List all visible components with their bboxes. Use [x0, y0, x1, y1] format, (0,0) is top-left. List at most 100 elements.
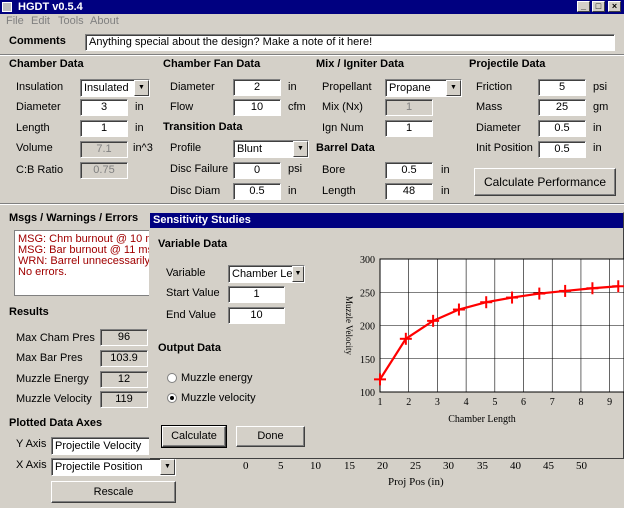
x-axis-select[interactable]: Projectile Position ▼ — [51, 458, 176, 476]
variable-select[interactable]: Chamber Len/ ▼ — [228, 265, 305, 283]
muzzle-energy-label: Muzzle Energy — [16, 373, 89, 385]
main-plot-tick: 50 — [576, 460, 587, 472]
disc-diam-unit: in — [288, 185, 297, 197]
sensitivity-chart: 1 2 3 4 5 6 7 8 9 100 150 200 250 300 Chamber Length Mu… — [344, 255, 624, 425]
app-icon — [2, 2, 12, 12]
chamber-length-label: Length — [16, 122, 50, 134]
volume-label: Volume — [16, 142, 53, 154]
muzzle-velocity-value: 119 — [100, 391, 148, 408]
chevron-down-icon[interactable]: ▼ — [134, 80, 149, 96]
menu-file[interactable]: File — [6, 15, 24, 27]
output-data-header: Output Data — [158, 342, 221, 354]
chamber-length-unit: in — [135, 122, 144, 134]
fan-diameter-input[interactable]: 2 — [233, 79, 281, 96]
bore-input[interactable]: 0.5 — [385, 162, 433, 179]
menu-about[interactable]: About — [90, 15, 119, 27]
messages-box[interactable]: MSG: Chm burnout @ 10 ms MSG: Bar burnou… — [14, 230, 150, 296]
disc-failure-unit: psi — [288, 163, 303, 175]
disc-failure-input[interactable]: 0 — [233, 162, 281, 179]
chevron-down-icon[interactable]: ▼ — [293, 141, 308, 157]
chevron-down-icon[interactable]: ▼ — [292, 266, 304, 282]
calculate-button[interactable]: Calculate — [162, 426, 226, 447]
main-plot-tick: 5 — [278, 460, 284, 472]
init-position-unit: in — [593, 142, 602, 154]
x-tick-label: 4 — [464, 397, 469, 408]
fan-flow-input[interactable]: 10 — [233, 99, 281, 116]
plot-axes-header: Plotted Data Axes — [9, 417, 103, 429]
fan-flow-label: Flow — [170, 101, 194, 113]
done-button[interactable]: Done — [236, 426, 305, 447]
muzzle-velocity-label: Muzzle Velocity — [16, 393, 92, 405]
chamber-diameter-unit: in — [135, 101, 144, 113]
projectile-header: Projectile Data — [469, 58, 546, 70]
insulation-select[interactable]: Insulated ▼ — [80, 79, 150, 97]
variable-data-header: Variable Data — [158, 238, 228, 250]
max-bar-pres-value: 103.9 — [100, 350, 148, 367]
fan-header: Chamber Fan Data — [163, 58, 261, 70]
window-title: HGDT v0.5.4 — [18, 1, 83, 13]
maximize-button[interactable]: □ — [592, 1, 605, 12]
init-position-input[interactable]: 0.5 — [538, 141, 586, 158]
muzzle-energy-radio[interactable] — [167, 373, 177, 383]
message-line: No errors. — [18, 266, 67, 278]
close-button[interactable]: × — [608, 1, 621, 12]
friction-input[interactable]: 5 — [538, 79, 586, 96]
results-header: Results — [9, 306, 49, 318]
main-plot-area: 0 5 10 15 20 25 30 35 40 45 50 Proj Pos … — [236, 459, 624, 508]
dialog-title: Sensitivity Studies — [153, 214, 251, 226]
minimize-button[interactable]: _ — [577, 1, 590, 12]
profile-select[interactable]: Blunt ▼ — [233, 140, 309, 158]
fan-flow-unit: cfm — [288, 101, 306, 113]
muzzle-velocity-radio[interactable] — [167, 393, 177, 403]
menu-edit[interactable]: Edit — [31, 15, 50, 27]
main-plot-tick: 45 — [543, 460, 554, 472]
menu-bar: File Edit Tools About — [0, 14, 624, 30]
fan-diameter-label: Diameter — [170, 81, 215, 93]
x-axis-value: Projectile Position — [55, 461, 143, 473]
mass-input[interactable]: 25 — [538, 99, 586, 116]
dialog-title-bar[interactable]: Sensitivity Studies — [150, 213, 623, 228]
muzzle-energy-option[interactable]: Muzzle energy — [181, 372, 253, 384]
x-axis-title: Chamber Length — [448, 414, 515, 425]
init-position-label: Init Position — [476, 142, 533, 154]
y-tick-label: 300 — [360, 255, 375, 266]
ign-num-input[interactable]: 1 — [385, 120, 433, 137]
disc-failure-label: Disc Failure — [170, 163, 229, 175]
x-tick-label: 3 — [435, 397, 440, 408]
main-plot-tick: 25 — [410, 460, 421, 472]
menu-tools[interactable]: Tools — [58, 15, 84, 27]
comments-input[interactable]: Anything special about the design? Make … — [85, 34, 615, 51]
rescale-button[interactable]: Rescale — [51, 481, 176, 503]
projectile-diameter-label: Diameter — [476, 122, 521, 134]
x-tick-label: 9 — [607, 397, 612, 408]
volume-unit: in^3 — [133, 142, 153, 154]
muzzle-velocity-option[interactable]: Muzzle velocity — [181, 392, 256, 404]
chevron-down-icon[interactable]: ▼ — [446, 80, 461, 96]
x-tick-label: 5 — [492, 397, 497, 408]
variable-label: Variable — [166, 267, 206, 279]
barrel-header: Barrel Data — [316, 142, 375, 154]
chamber-diameter-input[interactable]: 3 — [80, 99, 128, 116]
disc-diam-input[interactable]: 0.5 — [233, 183, 281, 200]
projectile-diameter-input[interactable]: 0.5 — [538, 120, 586, 137]
main-plot-tick: 0 — [243, 460, 249, 472]
barrel-length-label: Length — [322, 185, 356, 197]
y-axis-value: Projectile Velocity — [55, 440, 142, 452]
x-tick-label: 1 — [378, 397, 383, 408]
end-value-input[interactable]: 10 — [228, 307, 285, 324]
y-tick-label: 100 — [360, 388, 375, 399]
calculate-performance-button[interactable]: Calculate Performance — [474, 168, 616, 196]
mix-value: 1 — [385, 99, 433, 116]
chevron-down-icon[interactable]: ▼ — [160, 459, 175, 475]
title-bar[interactable]: HGDT v0.5.4 _ □ × — [0, 0, 624, 14]
transition-header: Transition Data — [163, 121, 243, 133]
main-plot-xlabel: Proj Pos (in) — [388, 476, 444, 488]
y-tick-label: 250 — [360, 288, 375, 299]
propellant-select[interactable]: Propane ▼ — [385, 79, 462, 97]
chamber-length-input[interactable]: 1 — [80, 120, 128, 137]
divider — [0, 54, 624, 56]
main-plot-tick: 10 — [310, 460, 321, 472]
barrel-length-input[interactable]: 48 — [385, 183, 433, 200]
start-value-input[interactable]: 1 — [228, 286, 285, 303]
radio-dot — [170, 396, 174, 400]
